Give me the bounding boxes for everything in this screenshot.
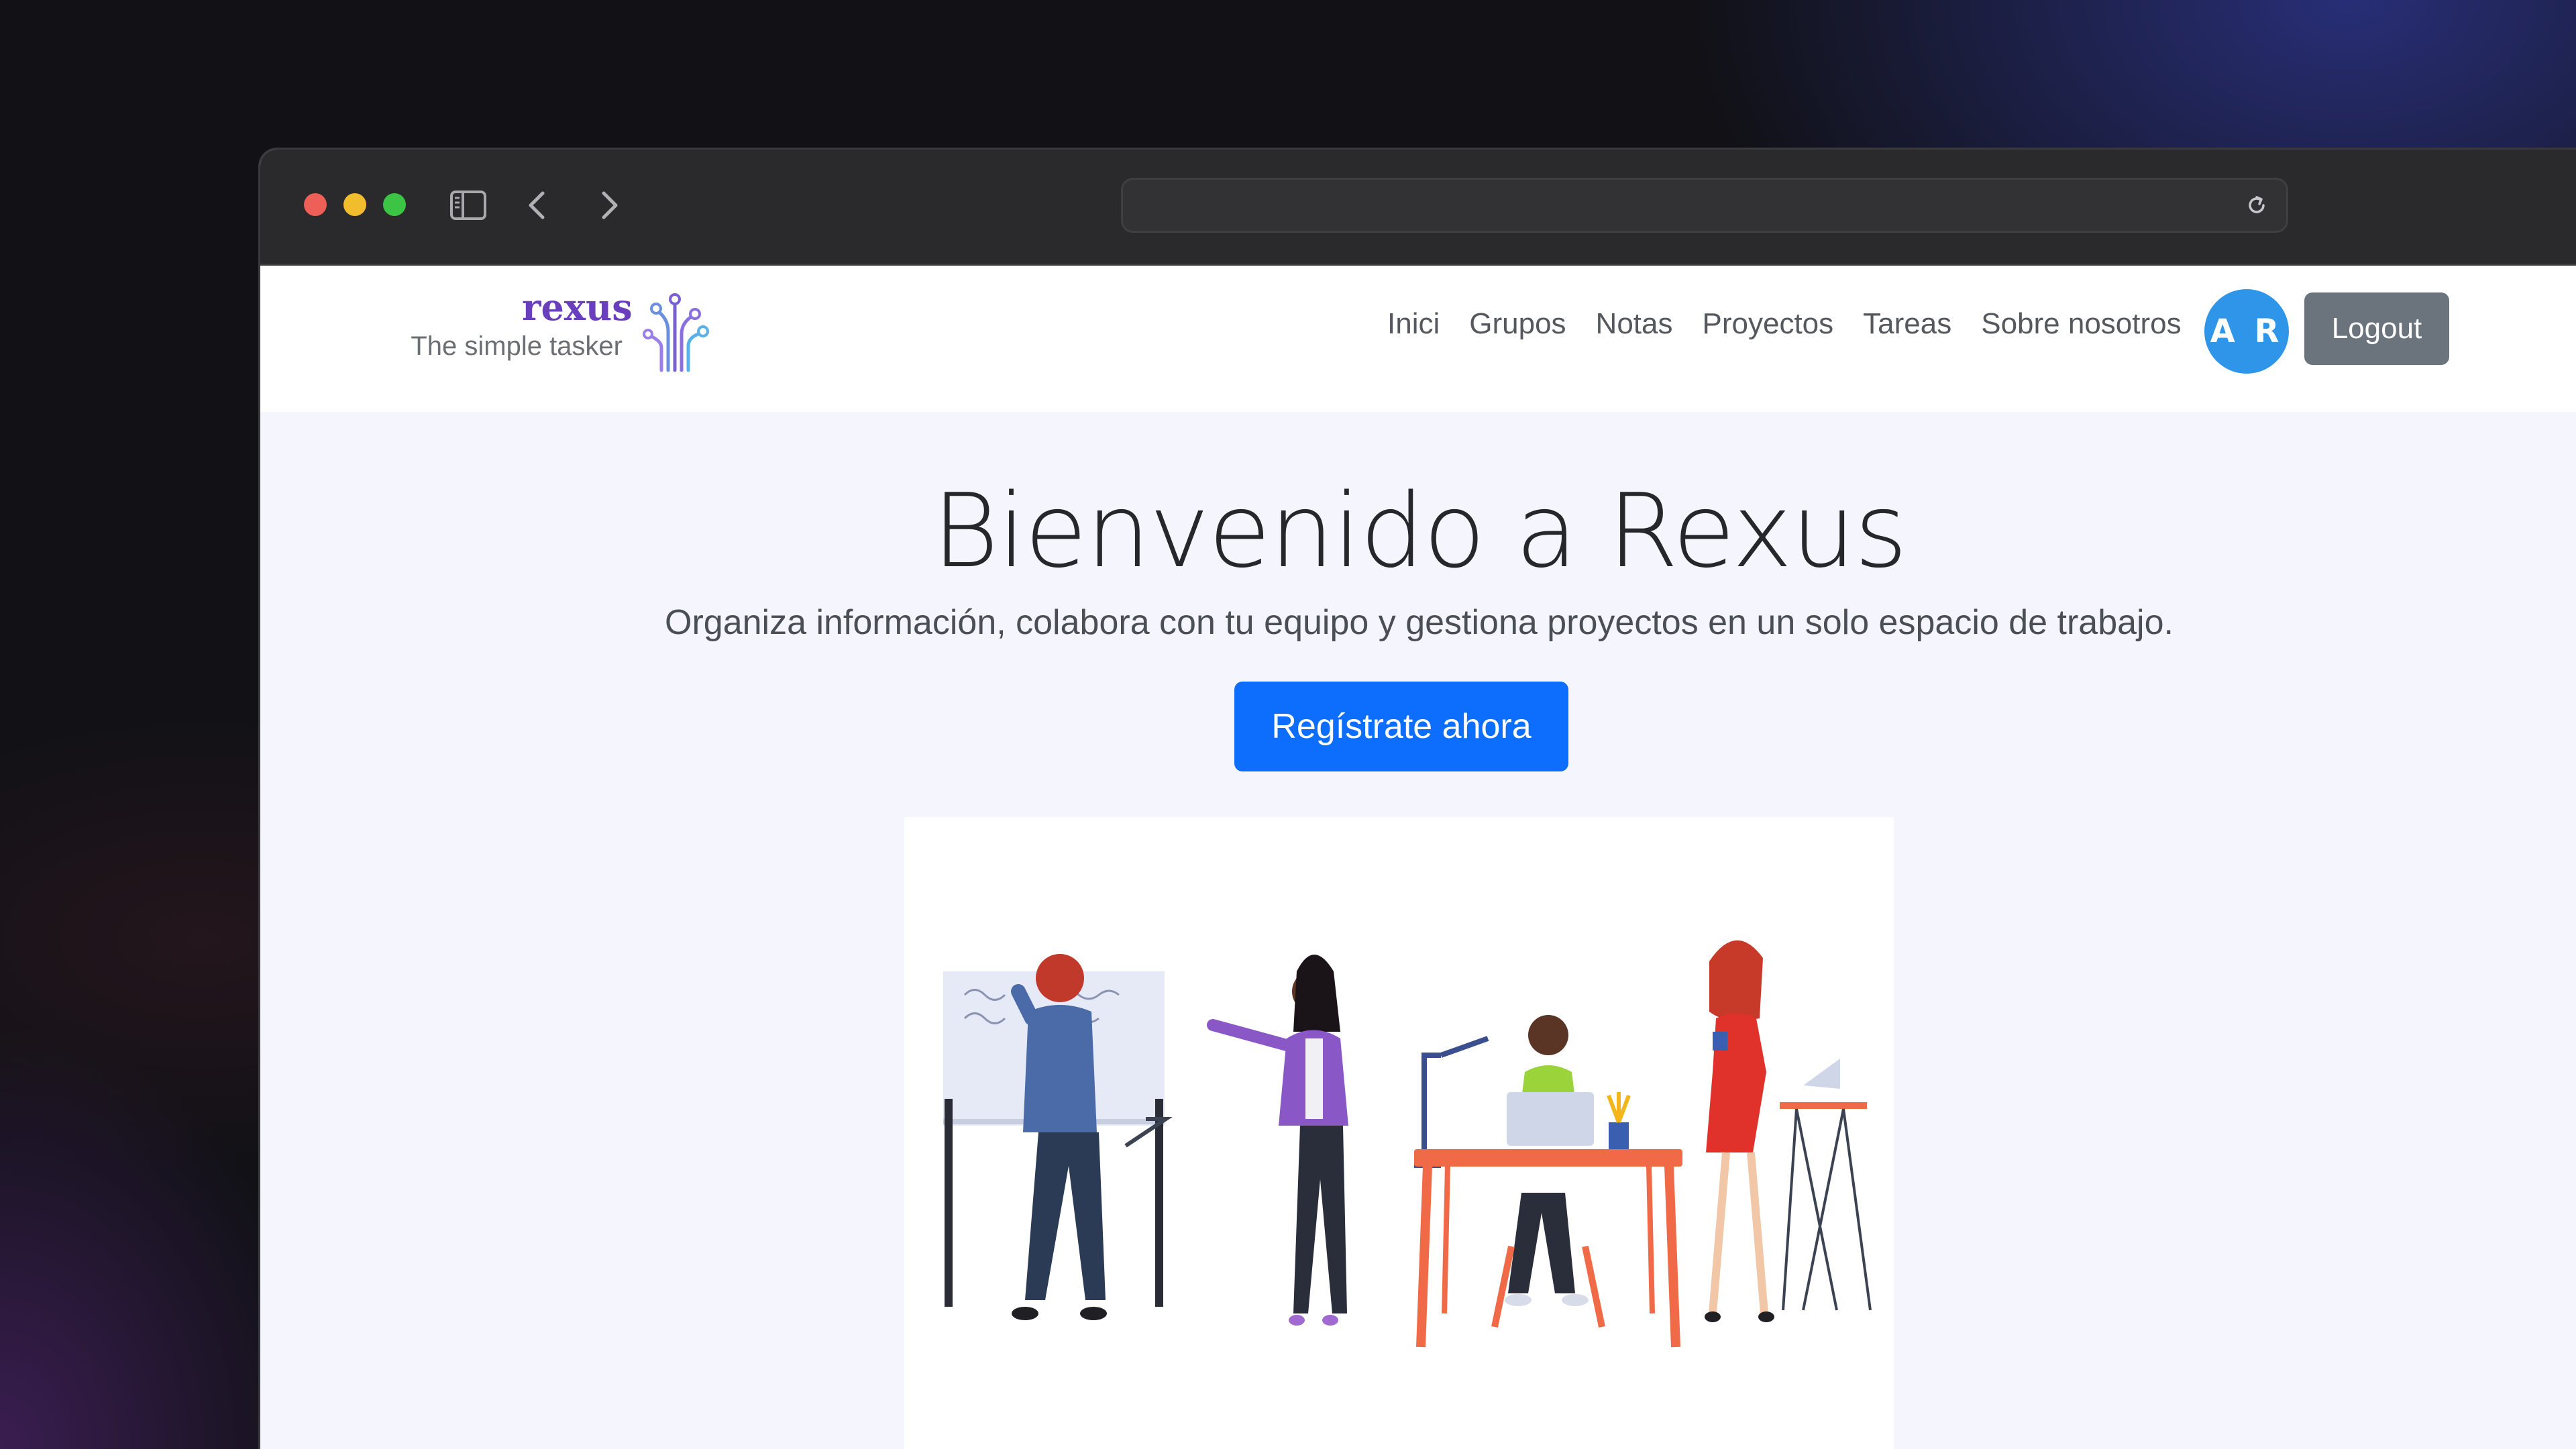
reload-icon[interactable]	[2243, 192, 2270, 219]
nav-link-grupos[interactable]: Grupos	[1469, 307, 1566, 341]
main-nav: Inici Grupos Notas Proyectos Tareas Sobr…	[1387, 307, 2182, 341]
nav-link-tareas[interactable]: Tareas	[1863, 307, 1951, 341]
nav-link-proyectos[interactable]: Proyectos	[1703, 307, 1834, 341]
person-at-desk-icon	[1124, 1015, 1682, 1348]
logout-button[interactable]: Logout	[2304, 292, 2449, 365]
nav-link-inici[interactable]: Inici	[1387, 307, 1440, 341]
browser-window: rexus The simple tasker Inici Grupos Not…	[258, 148, 2576, 1449]
back-arrow-icon[interactable]	[519, 186, 556, 224]
user-avatar[interactable]: A R	[2204, 289, 2289, 374]
address-bar[interactable]	[1121, 178, 2288, 233]
team-working-illustration	[943, 940, 1872, 1348]
brand-logo-icon[interactable]	[640, 291, 711, 372]
hero-subtitle: Organiza información, colabora con tu eq…	[665, 603, 2174, 642]
sidebar-toggle-icon[interactable]	[449, 186, 487, 224]
site-navbar: rexus The simple tasker Inici Grupos Not…	[260, 266, 2576, 412]
close-window-button[interactable]	[304, 193, 327, 216]
brand-tagline: The simple tasker	[411, 331, 623, 361]
register-button[interactable]: Regístrate ahora	[1234, 682, 1568, 771]
nav-link-sobre-nosotros[interactable]: Sobre nosotros	[1981, 307, 2181, 341]
nav-link-notas[interactable]: Notas	[1596, 307, 1673, 341]
browser-titlebar	[260, 150, 2576, 266]
hero-title: Bienvenido a Rexus	[932, 472, 1907, 590]
person-presenting-icon	[1207, 955, 1348, 1326]
hero-illustration	[904, 817, 1894, 1449]
person-with-coffee-icon	[1705, 940, 1872, 1322]
maximize-window-button[interactable]	[383, 193, 406, 216]
forward-arrow-icon[interactable]	[590, 186, 628, 224]
minimize-window-button[interactable]	[343, 193, 366, 216]
brand-name[interactable]: rexus	[522, 286, 633, 329]
